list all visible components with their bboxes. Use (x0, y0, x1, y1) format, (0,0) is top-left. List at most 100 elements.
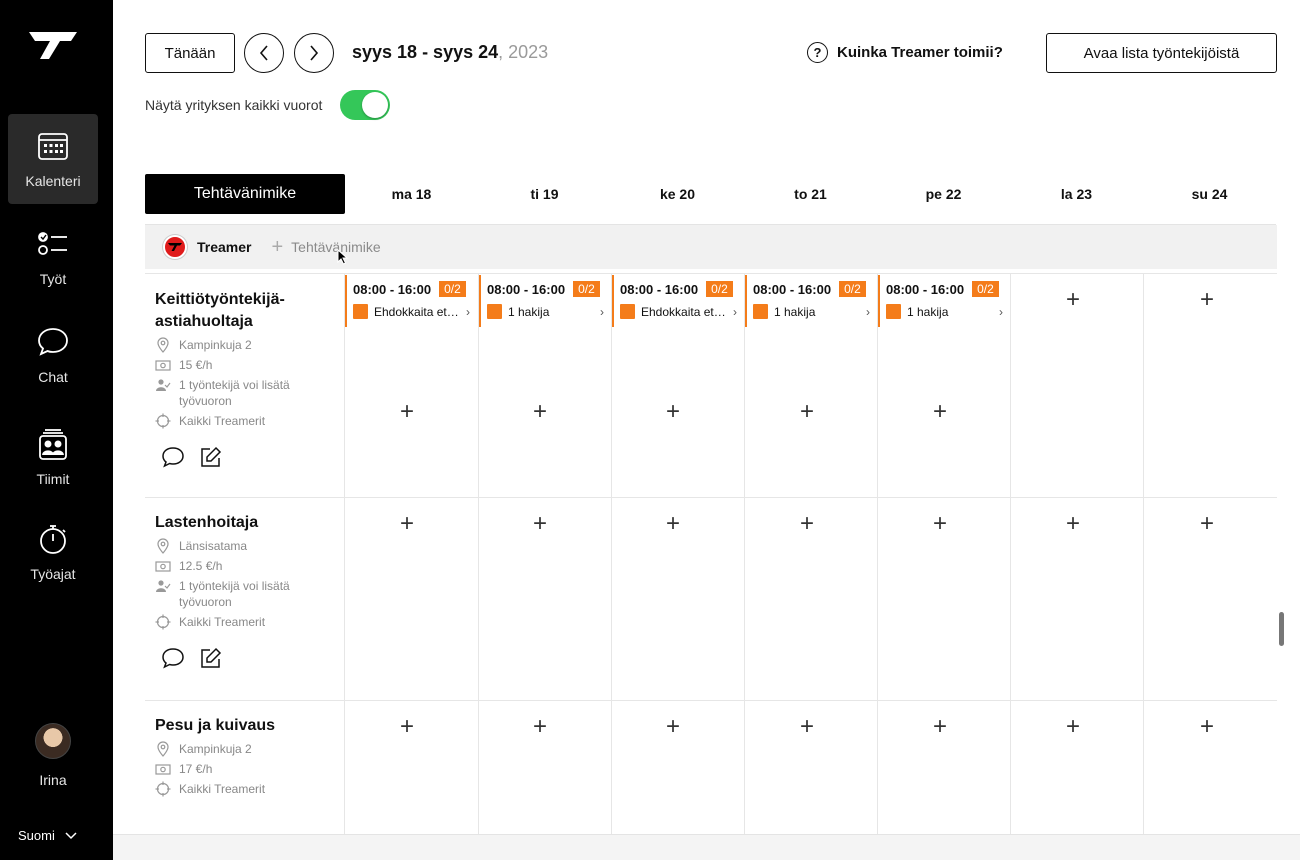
shift-fill-badge: 0/2 (439, 281, 466, 297)
shift-card[interactable]: 08:00 - 16:00 0/2 Ehdokkaita et… › (612, 275, 743, 327)
add-shift-button[interactable]: + (929, 400, 951, 424)
add-shift-button[interactable]: + (1062, 512, 1084, 536)
job-row-info: Keittiötyöntekijä-astiahuoltaja Kampinku… (155, 289, 340, 469)
job-title[interactable]: Pesu ja kuivaus (155, 715, 340, 737)
next-week-button[interactable] (294, 33, 334, 73)
add-shift-button[interactable]: + (1062, 288, 1084, 312)
company-name: Treamer (197, 239, 252, 255)
add-shift-button[interactable]: + (662, 715, 684, 739)
edit-icon[interactable] (199, 445, 223, 469)
checklist-icon (38, 232, 67, 255)
grid-line (744, 273, 745, 834)
grid-line (1143, 273, 1144, 834)
applicant-status-icon (353, 304, 368, 319)
add-shift-button[interactable]: + (929, 715, 951, 739)
avatar[interactable] (35, 723, 71, 759)
language-select[interactable]: Suomi (18, 828, 77, 843)
add-shift-button[interactable]: + (529, 512, 551, 536)
add-shift-button[interactable]: + (1062, 715, 1084, 739)
job-wage: 17 €/h (155, 761, 340, 777)
add-shift-button[interactable]: + (1196, 715, 1218, 739)
company-logo (163, 235, 187, 259)
job-wage-text: 17 €/h (179, 762, 213, 776)
sidebar-item-calendar[interactable]: Kalenteri (8, 114, 98, 204)
job-location: Kampinkuja 2 (155, 741, 340, 757)
grid-line (145, 497, 1277, 498)
applicant-status-icon (620, 304, 635, 319)
chevron-right-icon: › (999, 304, 1003, 319)
job-wage: 12.5 €/h (155, 558, 340, 574)
sidebar-item-chat[interactable]: Chat (8, 310, 98, 400)
chevron-right-icon: › (600, 304, 604, 319)
job-visibility-text: Kaikki Treamerit (179, 414, 266, 428)
date-range-year: , 2023 (498, 42, 549, 62)
add-shift-button[interactable]: + (796, 512, 818, 536)
vertical-scrollbar[interactable] (1279, 612, 1284, 646)
job-visibility-text: Kaikki Treamerit (179, 782, 266, 796)
grid-line (145, 273, 1277, 274)
shift-card[interactable]: 08:00 - 16:00 0/2 Ehdokkaita et… › (345, 275, 476, 327)
add-shift-button[interactable]: + (929, 512, 951, 536)
grid-line (1010, 273, 1011, 834)
add-shift-button[interactable]: + (796, 715, 818, 739)
show-all-shifts-label: Näytä yrityksen kaikki vuorot (145, 97, 323, 113)
job-visibility: Kaikki Treamerit (155, 413, 340, 429)
job-title[interactable]: Lastenhoitaja (155, 512, 340, 534)
add-shift-button[interactable]: + (396, 715, 418, 739)
add-shift-button[interactable]: + (796, 400, 818, 424)
help-link[interactable]: ? Kuinka Treamer toimii? (807, 42, 1003, 63)
chat-icon[interactable] (161, 646, 185, 670)
job-visibility: Kaikki Treamerit (155, 781, 340, 797)
money-icon (155, 360, 171, 371)
add-shift-button[interactable]: + (529, 715, 551, 739)
add-shift-button[interactable]: + (1196, 512, 1218, 536)
job-wage: 15 €/h (155, 357, 340, 373)
treamer-logo[interactable] (27, 28, 79, 62)
add-shift-button[interactable]: + (396, 512, 418, 536)
sidebar-item-timesheets[interactable]: Työajat (8, 507, 98, 597)
question-icon: ? (807, 42, 828, 63)
job-title-column-header[interactable]: Tehtävänimike (145, 174, 345, 214)
add-shift-button[interactable]: + (529, 400, 551, 424)
add-job-title-button[interactable]: + Tehtävänimike (271, 237, 380, 257)
chevron-right-icon: › (866, 304, 870, 319)
sidebar-item-jobs[interactable]: Työt (8, 212, 98, 302)
edit-icon[interactable] (199, 646, 223, 670)
shift-time: 08:00 - 16:00 (487, 281, 566, 297)
shift-card[interactable]: 08:00 - 16:00 0/2 1 hakija › (878, 275, 1009, 327)
chevron-left-icon (259, 45, 268, 61)
crosshair-icon (155, 781, 171, 797)
add-shift-button[interactable]: + (396, 400, 418, 424)
job-wage-text: 12.5 €/h (179, 559, 223, 573)
show-all-shifts-toggle[interactable] (340, 90, 390, 120)
job-row-info: Lastenhoitaja Länsisatama 12.5 €/h 1 työ… (155, 512, 340, 670)
date-range-text: syys 18 - syys 24 (352, 42, 499, 62)
job-location: Kampinkuja 2 (155, 337, 340, 353)
sidebar-item-teams[interactable]: Tiimit (8, 412, 98, 502)
open-worker-list-button[interactable]: Avaa lista työntekijöistä (1046, 33, 1277, 73)
previous-week-button[interactable] (244, 33, 284, 73)
shift-time: 08:00 - 16:00 (753, 281, 832, 297)
user-name[interactable]: Irina (0, 772, 106, 788)
job-location-text: Kampinkuja 2 (179, 338, 252, 352)
add-shift-button[interactable]: + (662, 512, 684, 536)
date-range: syys 18 - syys 24, 2023 (352, 42, 548, 63)
crosshair-icon (155, 614, 171, 630)
calendar-icon (38, 133, 68, 160)
day-header: to 21 (794, 186, 827, 202)
job-location-text: Länsisatama (179, 539, 248, 553)
day-header: ma 18 (391, 186, 432, 202)
job-row-info: Pesu ja kuivaus Kampinkuja 2 17 €/h Kaik… (155, 715, 340, 797)
job-title[interactable]: Keittiötyöntekijä-astiahuoltaja (155, 289, 340, 333)
stopwatch-icon (40, 525, 66, 554)
shift-card[interactable]: 08:00 - 16:00 0/2 1 hakija › (745, 275, 876, 327)
location-pin-icon (157, 741, 169, 757)
applicant-status-icon (487, 304, 502, 319)
shift-card[interactable]: 08:00 - 16:00 0/2 1 hakija › (479, 275, 610, 327)
add-shift-button[interactable]: + (662, 400, 684, 424)
today-button[interactable]: Tänään (145, 33, 235, 73)
chat-icon[interactable] (161, 445, 185, 469)
add-shift-button[interactable]: + (1196, 288, 1218, 312)
job-location: Länsisatama (155, 538, 340, 554)
shift-fill-badge: 0/2 (839, 281, 866, 297)
